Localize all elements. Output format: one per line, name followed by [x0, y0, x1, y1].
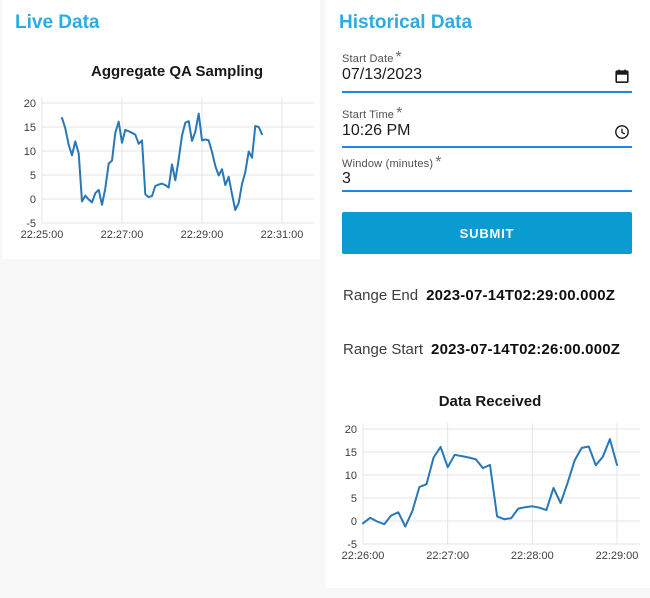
svg-text:5: 5 — [30, 170, 36, 182]
svg-text:22:27:00: 22:27:00 — [101, 229, 144, 241]
svg-text:10: 10 — [345, 470, 357, 482]
svg-text:5: 5 — [351, 493, 357, 505]
live-data-panel: Live Data Aggregate QA Sampling 20 15 10 5 0… — [2, 0, 320, 259]
svg-text:15: 15 — [24, 122, 36, 134]
historical-data-panel: Historical Data Start Date * 07/13/2023 S… — [326, 0, 650, 588]
data-received-chart: 20151050-522:26:00 22:27:00 22:28:00 22:29:… — [342, 423, 640, 562]
dashboard-page: { "left_panel": { "heading": "Live Data"… — [0, 0, 650, 598]
svg-text:22:29:00: 22:29:00 — [596, 550, 639, 562]
svg-text:22:25:00: 22:25:00 — [21, 229, 64, 241]
live-chart: 20151050-522:25:00 22:27:00 22:29:00 22:31:… — [21, 97, 314, 241]
svg-text:15: 15 — [345, 447, 357, 459]
svg-text:22:27:00: 22:27:00 — [426, 550, 469, 562]
svg-text:0: 0 — [351, 516, 357, 528]
svg-text:10: 10 — [24, 146, 36, 158]
svg-text:20: 20 — [24, 98, 36, 110]
svg-text:22:31:00: 22:31:00 — [261, 229, 304, 241]
svg-text:22:26:00: 22:26:00 — [342, 550, 385, 562]
svg-text:0: 0 — [30, 194, 36, 206]
svg-text:20: 20 — [345, 424, 357, 436]
svg-text:22:28:00: 22:28:00 — [511, 550, 554, 562]
svg-text:22:29:00: 22:29:00 — [181, 229, 224, 241]
